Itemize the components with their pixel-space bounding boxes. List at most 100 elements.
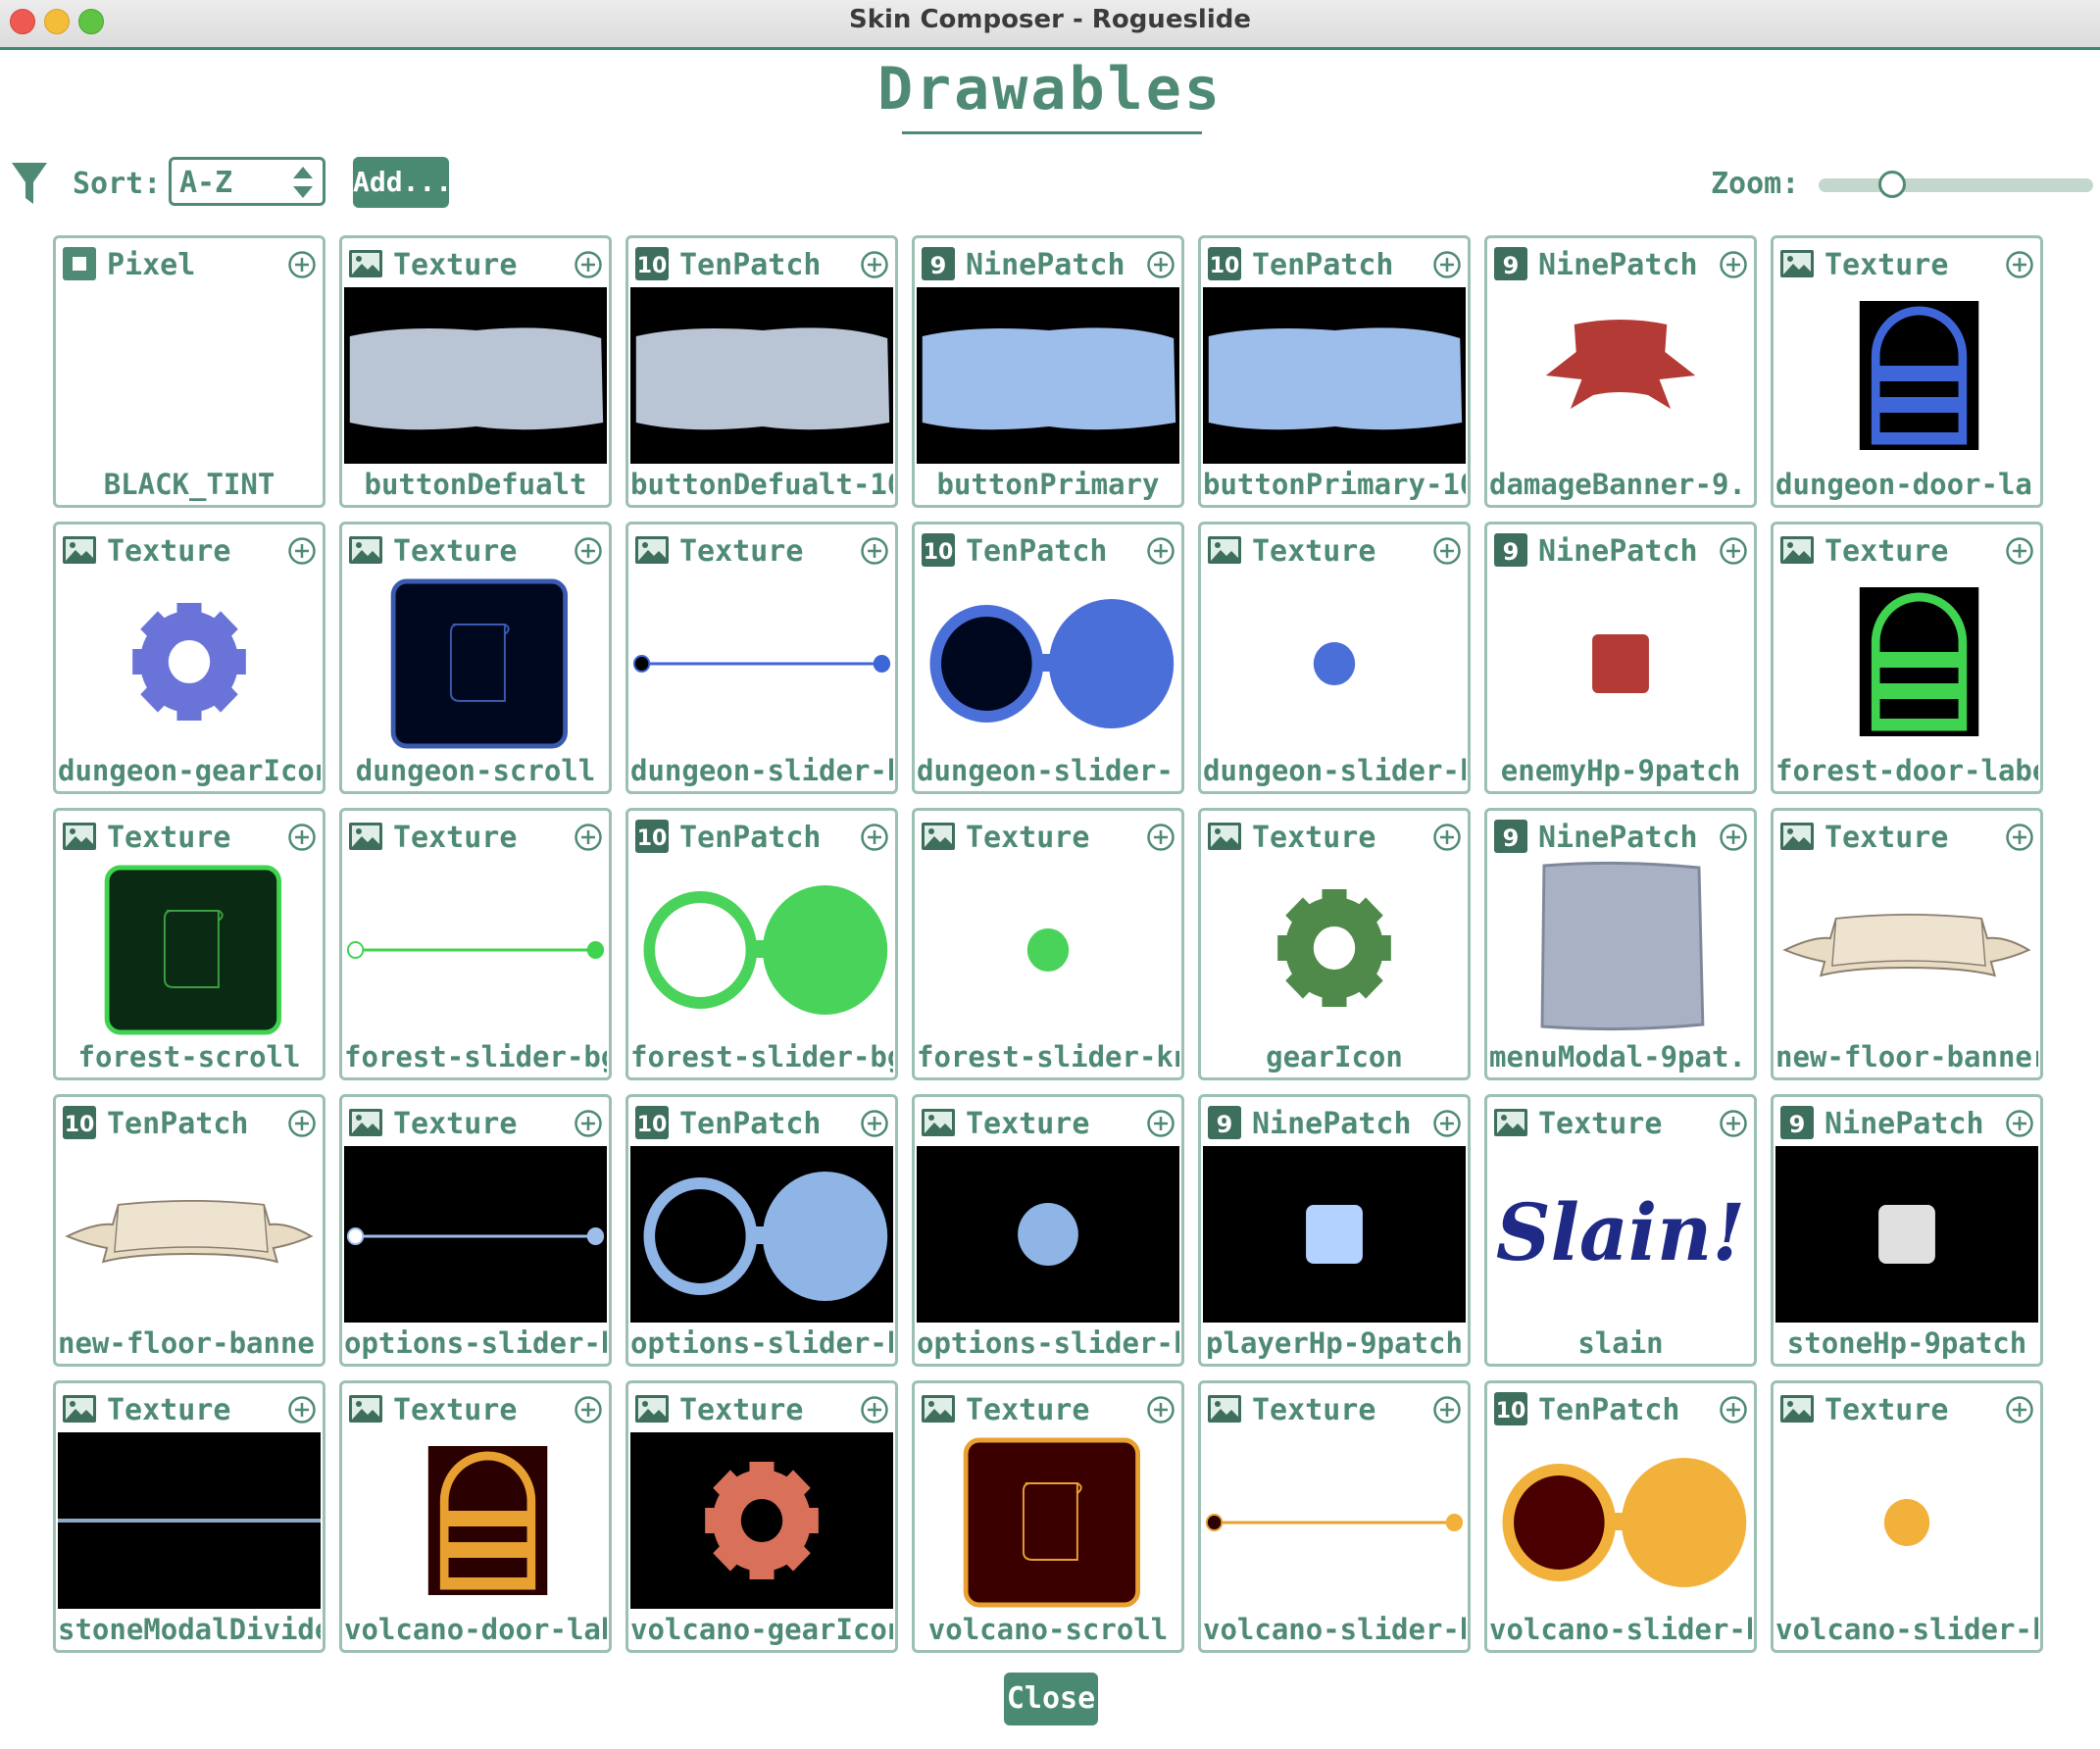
drawable-tile[interactable]: Texture forest-door-label [1771,522,2043,794]
add-drawable-icon[interactable] [1146,1109,1175,1138]
add-drawable-icon[interactable] [287,1395,317,1424]
add-drawable-icon[interactable] [1719,1395,1748,1424]
texture-type-icon [1493,1105,1528,1140]
drawable-name: enemyHp-9patch [1500,754,1741,787]
drawable-tile[interactable]: Texture volcano-gearIcon [625,1380,898,1653]
add-drawable-icon[interactable] [574,1395,603,1424]
drawable-tile[interactable]: Texture forest-slider-bg [339,808,612,1080]
drawable-tile[interactable]: Texture dungeon-gearIcon [53,522,325,794]
add-drawable-icon[interactable] [860,250,889,279]
texture-type-icon [62,1391,97,1426]
drawable-tile[interactable]: 10 TenPatch new-floor-banne... [53,1094,325,1367]
add-drawable-icon[interactable] [1146,250,1175,279]
drawable-tile[interactable]: Texture dungeon-door-la... [1771,235,2043,508]
add-drawable-icon[interactable] [1719,250,1748,279]
add-drawable-icon[interactable] [287,536,317,566]
drawable-tile[interactable]: Texture gearIcon [1198,808,1471,1080]
drawable-tile[interactable]: 9 NinePatch enemyHp-9patch [1484,522,1757,794]
add-drawable-icon[interactable] [574,536,603,566]
drawable-tile[interactable]: 10 TenPatch forest-slider-bg... [625,808,898,1080]
add-drawable-icon[interactable] [2005,250,2034,279]
add-drawable-icon[interactable] [574,1109,603,1138]
add-drawable-icon[interactable] [1719,536,1748,566]
drawable-tile[interactable]: Texture dungeon-scroll [339,522,612,794]
zoom-slider-track[interactable] [1819,178,2093,192]
drawable-tile[interactable]: 9 NinePatch damageBanner-9... [1484,235,1757,508]
tile-header: Pixel [62,246,317,282]
add-drawable-icon[interactable] [574,823,603,852]
add-drawable-icon[interactable] [2005,1109,2034,1138]
add-drawable-icon[interactable] [2005,823,2034,852]
add-drawable-icon[interactable] [1432,823,1462,852]
filter-icon[interactable] [10,161,49,208]
sort-select[interactable]: A-Z [169,157,325,206]
tile-header: 9 NinePatch [921,246,1175,282]
add-drawable-icon[interactable] [1146,823,1175,852]
drawable-type-label: Texture [679,534,804,569]
texture-type-icon [62,819,97,854]
drawable-tile[interactable]: 9 NinePatch buttonPrimary [912,235,1184,508]
drawable-tile[interactable]: Pixel BLACK_TINT [53,235,325,508]
drawable-tile[interactable]: Texture Slain! slain [1484,1094,1757,1367]
add-drawable-icon[interactable] [287,1109,317,1138]
drawable-tile[interactable]: 10 TenPatch buttonDefualt-10 [625,235,898,508]
drawable-preview [1489,574,1752,750]
add-drawable-icon[interactable] [1432,250,1462,279]
add-drawable-icon[interactable] [574,250,603,279]
add-drawable-icon[interactable] [1719,823,1748,852]
add-drawable-icon[interactable] [860,1109,889,1138]
drawable-type-label: Texture [966,821,1090,855]
add-drawable-icon[interactable] [2005,1395,2034,1424]
drawable-tile[interactable]: Texture dungeon-slider-k... [1198,522,1471,794]
add-drawable-icon[interactable] [287,823,317,852]
add-drawable-icon[interactable] [1146,536,1175,566]
drawable-name: playerHp-9patch [1206,1326,1463,1360]
drawable-tile[interactable]: 10 TenPatch dungeon-slider-... [912,522,1184,794]
drawable-tile[interactable]: Texture forest-slider-kn... [912,808,1184,1080]
drawable-name: options-slider-bg [344,1326,607,1360]
drawable-tile[interactable]: Texture buttonDefualt [339,235,612,508]
add-drawable-icon[interactable] [860,823,889,852]
drawable-tile[interactable]: Texture options-slider-k... [912,1094,1184,1367]
tile-header: Texture [1779,532,2034,569]
add-drawable-icon[interactable] [287,250,317,279]
add-button[interactable]: Add... [353,157,452,208]
drawable-tile[interactable]: Texture volcano-slider-bg [1198,1380,1471,1653]
drawable-type-label: TenPatch [107,1107,249,1141]
texture-type-icon [1207,532,1242,568]
add-drawable-icon[interactable] [1719,1109,1748,1138]
add-drawable-icon[interactable] [1432,1109,1462,1138]
drawable-type-label: Texture [107,534,231,569]
drawable-tile[interactable]: Texture forest-scroll [53,808,325,1080]
drawable-tile[interactable]: 9 NinePatch menuModal-9pat... [1484,808,1757,1080]
drawable-tile[interactable]: Texture volcano-door-lab... [339,1380,612,1653]
drawable-tile[interactable]: Texture new-floor-banner [1771,808,2043,1080]
texture-type-icon [1207,819,1242,854]
add-drawable-icon[interactable] [860,1395,889,1424]
add-drawable-icon[interactable] [1432,1395,1462,1424]
drawable-tile[interactable]: 10 TenPatch buttonPrimary-10 [1198,235,1471,508]
drawable-tile[interactable]: Texture dungeon-slider-bg [625,522,898,794]
drawable-tile[interactable]: Texture volcano-slider-k... [1771,1380,2043,1653]
texture-type-icon [1207,1391,1242,1426]
dialog-heading: Drawables [876,55,1224,124]
drawable-type-label: Texture [1825,1393,1949,1427]
drawable-tile[interactable]: Texture stoneModalDivider [53,1380,325,1653]
zoom-label: Zoom: [1711,167,1800,201]
add-drawable-icon[interactable] [1146,1395,1175,1424]
tile-header: Texture [1207,819,1462,855]
add-drawable-icon[interactable] [1432,536,1462,566]
drawable-tile[interactable]: Texture volcano-scroll [912,1380,1184,1653]
drawable-tile[interactable]: Texture options-slider-bg [339,1094,612,1367]
drawable-tile[interactable]: 9 NinePatch stoneHp-9patch [1771,1094,2043,1367]
add-drawable-icon[interactable] [860,536,889,566]
drawable-tile[interactable]: 10 TenPatch volcano-slider-b... [1484,1380,1757,1653]
drawable-tile[interactable]: 9 NinePatch playerHp-9patch [1198,1094,1471,1367]
zoom-slider-knob[interactable] [1878,171,1906,198]
drawable-tile[interactable]: 10 TenPatch options-slider-b... [625,1094,898,1367]
svg-text:10: 10 [637,1113,668,1137]
tile-header: 10 TenPatch [921,532,1175,569]
add-drawable-icon[interactable] [2005,536,2034,566]
drawable-name: BLACK_TINT [103,468,275,501]
close-button[interactable]: Close [1004,1673,1098,1725]
